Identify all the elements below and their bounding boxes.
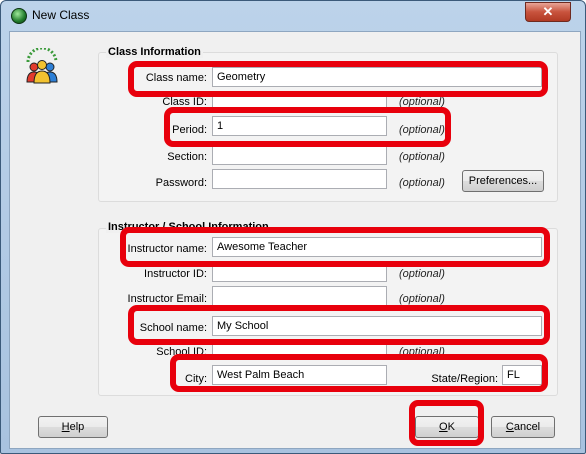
section-optional: (optional)	[399, 151, 445, 163]
password-optional: (optional)	[399, 177, 445, 189]
highlight-period	[164, 107, 451, 147]
highlight-city-state	[170, 354, 548, 392]
instructor-email-optional: (optional)	[399, 293, 445, 305]
instructor-id-label: Instructor ID:	[144, 268, 207, 280]
app-icon	[11, 8, 27, 24]
password-label: Password:	[155, 177, 207, 189]
highlight-school-name	[128, 305, 550, 345]
dialog-body: Class Information Class name: Geometry C…	[9, 31, 581, 449]
preferences-button[interactable]: Preferences...	[462, 170, 544, 192]
instructor-id-optional: (optional)	[399, 268, 445, 280]
class-people-logo-icon	[26, 48, 58, 84]
section-input[interactable]	[212, 145, 387, 165]
close-button[interactable]: ✕	[525, 2, 571, 22]
help-button[interactable]: Help	[38, 416, 108, 438]
window-title: New Class	[32, 8, 90, 22]
highlight-instructor-name	[120, 227, 550, 267]
cancel-button[interactable]: Cancel	[491, 416, 555, 438]
instructor-email-input[interactable]	[212, 286, 387, 306]
new-class-dialog: New Class ✕ Class Information Class name…	[0, 0, 586, 454]
section-label: Section:	[167, 151, 207, 163]
password-input[interactable]	[212, 169, 387, 189]
instructor-email-label: Instructor Email:	[127, 293, 207, 305]
class-information-title: Class Information	[106, 46, 203, 58]
title-bar[interactable]: New Class ✕	[1, 1, 585, 31]
highlight-ok-button	[409, 400, 484, 446]
highlight-class-name	[128, 61, 548, 97]
